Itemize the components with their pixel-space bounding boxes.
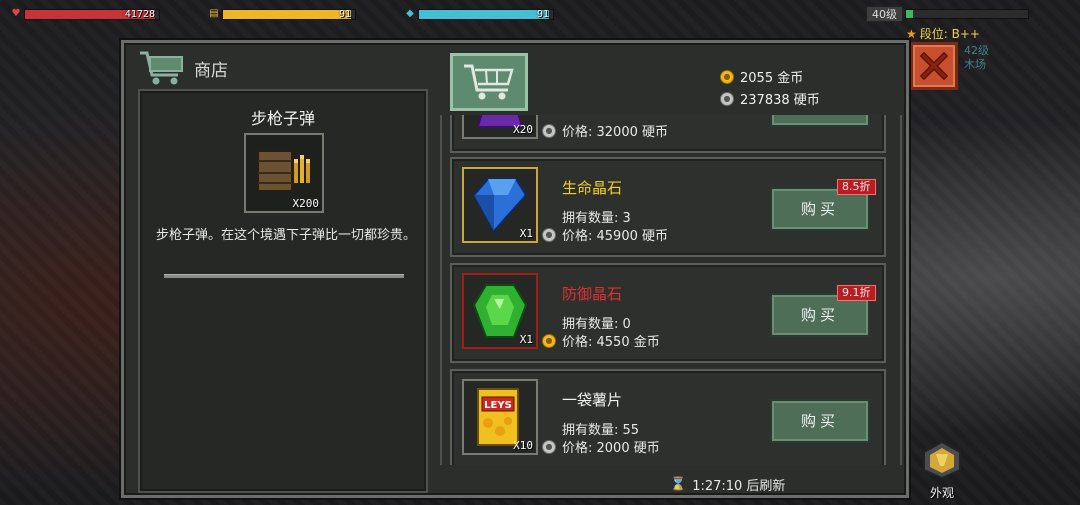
background-label-area: 木场 (964, 58, 986, 71)
list-item[interactable]: X20 ● 价格: 32000 硬币 购买 (450, 115, 886, 153)
hp-bar: ♥ 41728 (10, 7, 160, 21)
list-item[interactable]: LEYS X10 一袋薯片 拥有数量: 55 ● 价格: 2000 硬币 购买 (450, 369, 886, 465)
detail-description: 步枪子弹。在这个境遇下子弹比一切都珍贵。 (156, 228, 417, 243)
item-price: ● 价格: 4550 金币 (542, 331, 660, 350)
silver-coin-icon: ● (720, 91, 734, 106)
item-quantity: X10 (513, 439, 533, 452)
item-icon-frame: X20 (462, 115, 538, 139)
energy-bar: ◆ 91 (404, 7, 554, 21)
item-name: 生命晶石 (562, 179, 623, 197)
armor-value: 91 (338, 8, 351, 20)
item-price: ● 价格: 32000 硬币 (542, 121, 668, 140)
cart-icon (140, 51, 183, 85)
armor-bar-fill (223, 9, 352, 19)
armor-bar: ▤ 91 (208, 7, 356, 21)
list-item[interactable]: X1 生命晶石 拥有数量: 3 ● 价格: 45900 硬币 购买 8.5折 (450, 157, 886, 257)
armor-bar-track: 91 (222, 8, 356, 20)
energy-icon: ◆ (406, 8, 414, 19)
tab-shop[interactable] (450, 53, 528, 111)
item-quantity: X1 (519, 333, 533, 346)
xp-bar-fill (906, 10, 914, 18)
list-item[interactable]: X1 防御晶石 拥有数量: 0 ● 价格: 4550 金币 购买 9.1折 (450, 263, 886, 363)
silver-coin-icon: ● (542, 123, 556, 138)
detail-item-icon-frame: X200 (244, 133, 324, 213)
silver-balance: ● 237838 硬币 (720, 89, 820, 108)
svg-text:LEYS: LEYS (484, 400, 512, 411)
gold-balance: ● 2055 金币 (720, 67, 803, 86)
heart-icon: ♥ (11, 8, 21, 19)
energy-bar-track: 91 (418, 8, 554, 20)
appearance-icon (923, 440, 961, 480)
xp-bar-track (905, 9, 1029, 19)
gold-coin-icon: ● (720, 69, 734, 84)
item-quantity: X20 (513, 123, 533, 136)
item-price-text: 价格: 2000 硬币 (562, 441, 660, 456)
detail-quantity: X200 (292, 197, 320, 210)
gold-coin-icon: ● (542, 333, 556, 348)
shop-title: 商店 (194, 60, 228, 81)
item-list[interactable]: X20 ● 价格: 32000 硬币 购买 X1 生命晶石 拥有数量: 3 ● (440, 115, 902, 465)
shop-header: 商店 (138, 49, 228, 87)
item-icon-frame: LEYS X10 (462, 379, 538, 455)
hourglass-icon: ⌛ (670, 477, 687, 492)
level-bar: 40级 (866, 6, 1029, 22)
refresh-timer: ⌛ 1:27:10 后刷新 (670, 475, 785, 494)
item-quantity: X1 (519, 227, 533, 240)
detail-item-name: 步枪子弹 (250, 109, 315, 128)
buy-button[interactable]: 购买 (770, 115, 870, 127)
silver-coin-icon: ● (542, 439, 556, 454)
item-price-text: 价格: 4550 金币 (562, 335, 660, 350)
level-badge: 40级 (866, 6, 903, 22)
appearance-button[interactable]: 外观 (916, 440, 968, 500)
silver-amount: 237838 硬币 (740, 93, 820, 108)
hp-value: 41728 (124, 8, 155, 20)
item-owned: 拥有数量: 3 (562, 211, 631, 226)
armor-icon: ▤ (209, 8, 219, 19)
item-icon-frame: X1 (462, 167, 538, 243)
close-icon (920, 52, 948, 80)
item-price: ● 价格: 2000 硬币 (542, 437, 660, 456)
item-name: 一袋薯片 (562, 391, 623, 409)
appearance-label: 外观 (929, 486, 954, 500)
item-detail-panel: 步枪子弹 X200 步枪子弹。在这个境遇下子弹比一切都珍贵。 (138, 89, 428, 493)
item-owned: 拥有数量: 0 (562, 317, 631, 332)
item-icon-frame: X1 (462, 273, 538, 349)
discount-badge: 8.5折 (837, 179, 876, 195)
item-price-text: 价格: 45900 硬币 (562, 229, 668, 244)
discount-badge: 9.1折 (837, 285, 876, 301)
energy-bar-fill (419, 9, 549, 19)
silver-coin-icon: ● (542, 227, 556, 242)
close-button[interactable] (910, 42, 958, 90)
star-icon: ★ (906, 26, 917, 41)
item-price: ● 价格: 45900 硬币 (542, 225, 668, 244)
gold-amount: 2055 金币 (740, 71, 804, 86)
hp-bar-track: 41728 (24, 8, 160, 20)
rank-text: 段位: B++ (919, 27, 980, 41)
buy-button[interactable]: 购买 (770, 399, 870, 443)
refresh-text: 1:27:10 后刷新 (692, 479, 786, 494)
shop-window: 商店 ● 2055 金币 ● 237838 硬币 步枪子弹 X200 步枪子弹。… (121, 40, 909, 498)
item-owned: 拥有数量: 55 (562, 423, 640, 438)
divider (164, 274, 404, 278)
rank-line: ★ 段位: B++ (906, 25, 980, 42)
item-price-text: 价格: 32000 硬币 (562, 125, 668, 140)
item-name: 防御晶石 (562, 285, 623, 303)
cart-icon (464, 64, 514, 100)
energy-value: 91 (536, 8, 549, 20)
